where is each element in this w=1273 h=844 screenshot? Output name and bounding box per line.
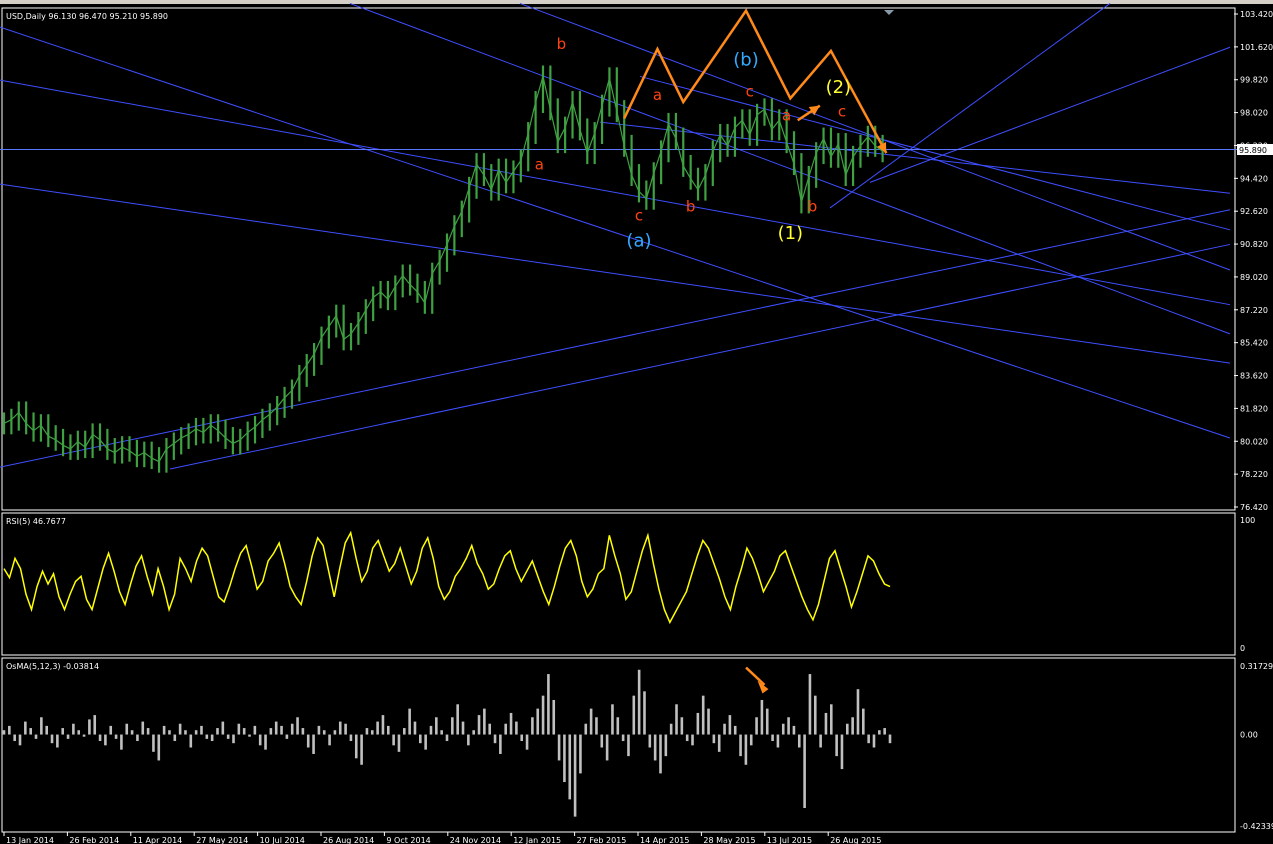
wave-label: b: [808, 198, 818, 216]
osma-y-tick-label: 0.31729: [1240, 662, 1273, 671]
rsi-y-tick-label: 100: [1240, 516, 1255, 525]
price-y-tick-label: 99.820: [1240, 76, 1268, 85]
price-y-tick-label: 90.820: [1240, 240, 1268, 249]
price-y-tick-label: 83.620: [1240, 372, 1268, 381]
price-header: USD,Daily 96.130 96.470 95.210 95.890: [6, 12, 168, 21]
osma-y-axis: 0.31729 0.00 -0.42339: [1240, 662, 1273, 831]
wave-label: (2): [826, 77, 852, 98]
x-tick-label: 13 Jul 2015: [767, 836, 812, 844]
price-y-axis: 103.420101.62099.82098.02096.22094.42092…: [1234, 10, 1273, 512]
price-y-tick-label: 87.220: [1240, 306, 1268, 315]
wave-label: c: [746, 83, 754, 101]
price-y-tick-label: 80.020: [1240, 437, 1268, 446]
price-y-tick-label: 94.420: [1240, 174, 1268, 183]
wave-label: b: [686, 198, 696, 216]
price-y-tick-label: 78.220: [1240, 470, 1268, 479]
rsi-panel-frame: [1, 512, 1236, 656]
price-y-tick-label: 101.620: [1240, 43, 1273, 52]
x-tick-label: 27 May 2014: [196, 836, 248, 844]
price-y-tick-label: 98.020: [1240, 109, 1268, 118]
price-y-tick-label: 81.820: [1240, 404, 1268, 413]
wave-label: (a): [626, 230, 651, 251]
osma-panel-frame: [1, 657, 1236, 833]
x-tick-label: 27 Feb 2015: [577, 836, 627, 844]
last-price-label: 95.890: [1239, 146, 1267, 155]
x-tick-label: 12 Jan 2015: [513, 836, 561, 844]
price-y-tick-label: 92.620: [1240, 207, 1268, 216]
wave-label: a: [653, 86, 662, 104]
osma-y-tick-label: -0.42339: [1240, 822, 1273, 831]
price-y-tick-label: 76.420: [1240, 503, 1268, 512]
wave-label: a: [782, 106, 791, 124]
x-tick-label: 26 Feb 2014: [69, 836, 119, 844]
wave-label: a: [535, 156, 544, 174]
wave-label: b: [557, 35, 567, 53]
price-y-tick-label: 89.020: [1240, 273, 1268, 282]
x-tick-label: 10 Jul 2014: [260, 836, 305, 844]
wave-label: c: [838, 103, 846, 121]
x-tick-label: 14 Apr 2015: [640, 836, 689, 844]
rsi-y-axis: 100 0: [1240, 516, 1255, 653]
osma-y-tick-label: 0.00: [1240, 731, 1258, 740]
chart-canvas: b a c (a) a b (b) c (1) a b (2) c 103.420 101.620 99.8…: [0, 2, 1273, 844]
x-tick-label: 28 May 2015: [703, 836, 755, 844]
x-tick-label: 26 Aug 2015: [830, 836, 881, 844]
rsi-header: RSI(5) 46.7677: [6, 517, 66, 526]
x-axis: 13 Jan 2014 26 Feb 2014 11 Apr 2014 27 May …: [3, 832, 881, 844]
price-y-tick-label: 103.420: [1240, 10, 1273, 19]
wave-label: c: [635, 207, 643, 225]
wave-label: (1): [778, 223, 804, 244]
osma-header: OsMA(5,12,3) -0.03814: [6, 662, 99, 671]
x-tick-label: 11 Apr 2014: [133, 836, 182, 844]
x-tick-label: 24 Nov 2014: [450, 836, 501, 844]
rsi-y-tick-label: 0: [1240, 644, 1245, 653]
x-tick-label: 26 Aug 2014: [323, 836, 374, 844]
price-y-tick-label: 85.420: [1240, 339, 1268, 348]
wave-label: (b): [733, 49, 758, 70]
x-tick-label: 9 Oct 2014: [386, 836, 430, 844]
x-tick-label: 13 Jan 2014: [6, 836, 54, 844]
